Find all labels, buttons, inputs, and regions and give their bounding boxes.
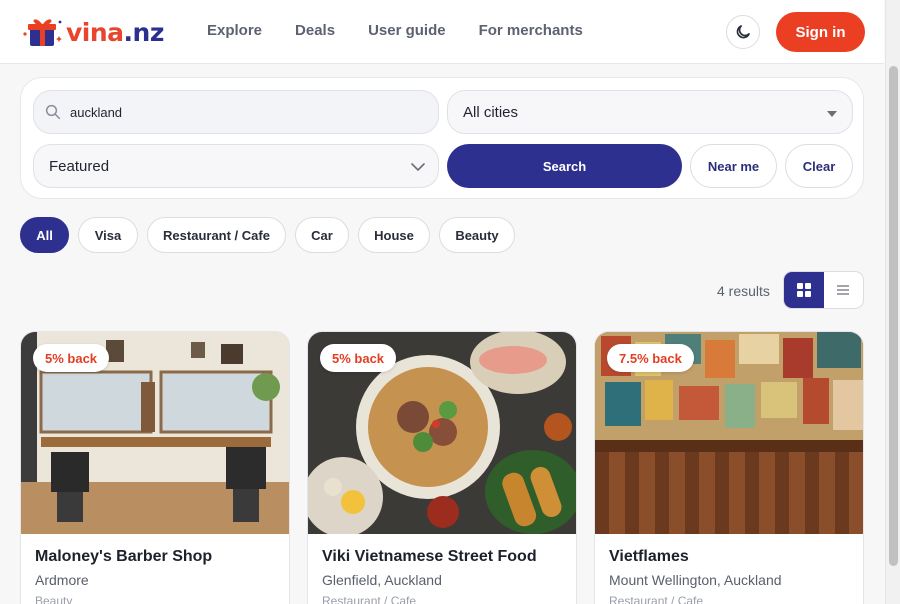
sign-in-button[interactable]: Sign in: [776, 12, 865, 52]
site-logo[interactable]: vina.nz: [22, 16, 164, 48]
nav-user-guide[interactable]: User guide: [368, 22, 446, 39]
search-icon: [45, 104, 61, 120]
card-title[interactable]: Viki Vietnamese Street Food: [322, 548, 537, 566]
card-location: Mount Wellington, Auckland: [609, 572, 782, 588]
card-photo-barber-shop: 5% back: [21, 332, 289, 534]
search-input[interactable]: [70, 104, 410, 120]
logo-text-nz: .nz: [123, 17, 165, 47]
main-nav: Explore Deals User guide For merchants: [207, 22, 616, 39]
search-field[interactable]: [33, 90, 439, 134]
grid-view-button[interactable]: [784, 272, 824, 308]
cashback-badge: 5% back: [320, 344, 397, 372]
cashback-badge: 5% back: [33, 344, 110, 372]
logo-wordmark: vina.nz: [66, 18, 164, 47]
card-photo-vietnamese-food: 5% back: [308, 332, 576, 534]
card-category: Restaurant / Cafe: [322, 594, 417, 604]
card-title[interactable]: Maloney's Barber Shop: [35, 548, 212, 566]
chevron-down-icon: [411, 163, 425, 171]
cashback-badge: 7.5% back: [607, 344, 694, 372]
chip-car[interactable]: Car: [295, 217, 349, 253]
card-location: Ardmore: [35, 572, 89, 588]
caret-down-icon: [827, 111, 837, 117]
merchant-card[interactable]: 5% back Viki Vietnamese Street Food Glen…: [307, 331, 577, 604]
moon-icon: [736, 25, 750, 39]
list-view-button[interactable]: [824, 272, 864, 308]
card-title[interactable]: Vietflames: [609, 548, 689, 566]
city-select-value: All cities: [463, 103, 519, 121]
gift-logo-icon: [22, 16, 64, 48]
chip-visa[interactable]: Visa: [78, 217, 138, 253]
scrollbar-thumb[interactable]: [889, 66, 898, 566]
top-header: vina.nz Explore Deals User guide For mer…: [0, 0, 884, 64]
card-category: Beauty: [35, 594, 73, 604]
category-filter: All Visa Restaurant / Cafe Car House Bea…: [20, 217, 524, 253]
clear-button[interactable]: Clear: [785, 144, 853, 188]
list-icon: [837, 285, 850, 295]
nav-explore[interactable]: Explore: [207, 22, 262, 39]
card-category: Restaurant / Cafe: [609, 594, 704, 604]
city-select[interactable]: All cities: [447, 90, 853, 134]
card-photo-restaurant-interior: 7.5% back: [595, 332, 863, 534]
chip-beauty[interactable]: Beauty: [439, 217, 515, 253]
sort-select[interactable]: Featured: [33, 144, 439, 188]
view-toggle: [783, 271, 864, 309]
results-count: 4 results: [717, 283, 770, 299]
nav-deals[interactable]: Deals: [295, 22, 335, 39]
chip-restaurant-cafe[interactable]: Restaurant / Cafe: [147, 217, 286, 253]
logo-text-vina: vina: [66, 17, 124, 47]
chip-house[interactable]: House: [358, 217, 430, 253]
sort-select-value: Featured: [49, 157, 110, 175]
chip-all[interactable]: All: [20, 217, 69, 253]
near-me-button[interactable]: Near me: [690, 144, 777, 188]
grid-icon: [796, 283, 811, 297]
merchant-card[interactable]: 5% back Maloney's Barber Shop Ardmore Be…: [20, 331, 290, 604]
merchant-card[interactable]: 7.5% back Vietflames Mount Wellington, A…: [594, 331, 864, 604]
search-panel: All cities Featured Search Near me Clear: [20, 77, 864, 199]
theme-toggle-button[interactable]: [726, 15, 760, 49]
nav-for-merchants[interactable]: For merchants: [479, 22, 583, 39]
search-button[interactable]: Search: [447, 144, 682, 188]
card-location: Glenfield, Auckland: [322, 572, 442, 588]
page-scrollbar[interactable]: [885, 0, 900, 604]
